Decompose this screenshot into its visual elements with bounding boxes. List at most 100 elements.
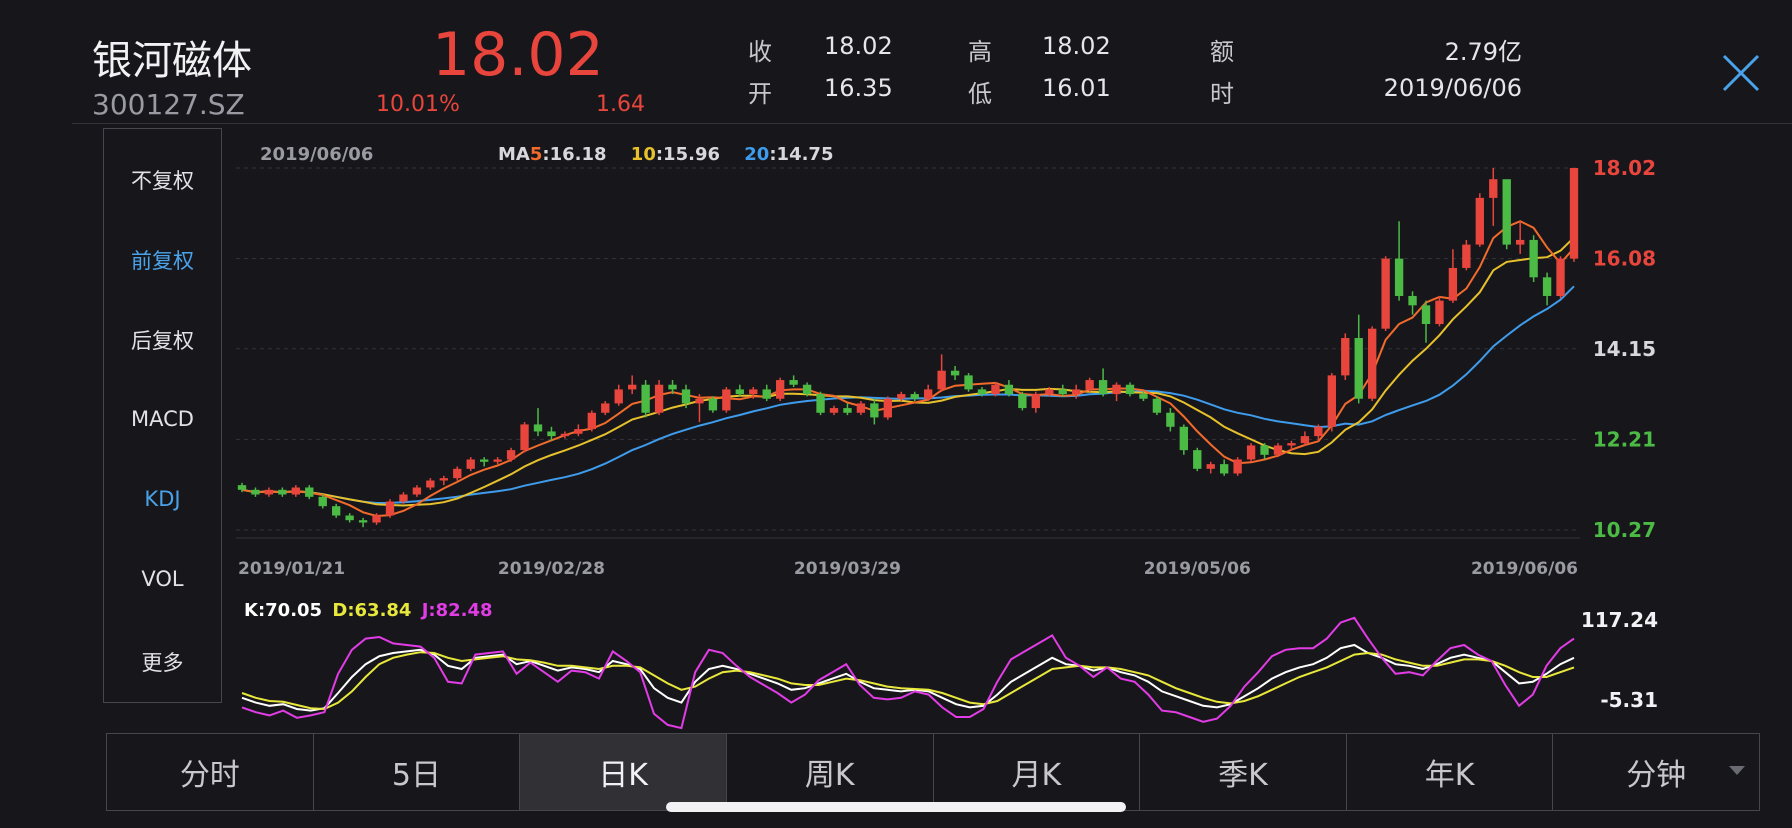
candle (1031, 391, 1040, 413)
kdj-legend: K:70.05 D:63.84 J:82.48 (244, 600, 493, 621)
candle (735, 384, 744, 397)
quote-label-time: 时 (1210, 80, 1234, 108)
candle (305, 485, 314, 500)
quote-label-close: 收 (748, 38, 772, 66)
quote-value-close: 18.02 (824, 32, 893, 60)
ma20-legend-label: 20 (744, 144, 769, 165)
candle (1529, 235, 1538, 282)
tab-weekly-k[interactable]: 周K (727, 734, 934, 810)
candle (601, 401, 610, 416)
kdj-chart[interactable]: K:70.05 D:63.84 J:82.48 117.24 -5.31 (236, 590, 1692, 730)
ma-legend-prefix: MA (498, 144, 530, 165)
candle (964, 373, 973, 392)
side-item-vol[interactable]: VOL (104, 567, 221, 591)
stock-name: 银河磁体 (92, 38, 252, 84)
tab-yearly-k[interactable]: 年K (1347, 734, 1554, 810)
candle (412, 485, 422, 497)
close-icon[interactable] (1718, 50, 1764, 96)
quote-label-high: 高 (968, 38, 992, 66)
kline-x-tick: 2019/02/28 (498, 559, 605, 579)
candle (762, 384, 771, 402)
candle (654, 380, 664, 416)
ma-legend: MA5:16.18 10:15.96 20:14.75 (498, 144, 833, 165)
kline-legend-date: 2019/06/06 (260, 144, 373, 165)
tab-5day[interactable]: 5日 (314, 734, 521, 810)
candle (493, 457, 502, 465)
candle (843, 403, 852, 416)
candle (816, 391, 825, 416)
ma20-legend-value: :14.75 (769, 144, 833, 165)
tab-quarterly-k[interactable]: 季K (1140, 734, 1347, 810)
candle (1502, 179, 1511, 250)
side-item-no-adjust[interactable]: 不复权 (104, 165, 221, 195)
kdj-legend-d: D:63.84 (332, 600, 411, 621)
candle (937, 354, 946, 392)
candle (1421, 300, 1431, 343)
stock-code: 300127.SZ (92, 88, 245, 121)
candle (1125, 382, 1135, 397)
side-item-backward-adjust[interactable]: 后复权 (104, 325, 221, 355)
candle (520, 422, 529, 453)
side-item-more[interactable]: 更多 (104, 647, 221, 677)
candle (1381, 256, 1390, 332)
candle (332, 503, 341, 518)
candle (641, 380, 650, 418)
side-item-kdj[interactable]: KDJ (104, 487, 221, 511)
kline-y-tick: 16.08 (1593, 247, 1656, 271)
candle (1394, 221, 1404, 301)
candle (291, 485, 300, 497)
candle (910, 391, 919, 402)
candle (587, 410, 596, 432)
header-divider (72, 123, 1792, 124)
candle (506, 447, 516, 462)
candle (385, 499, 395, 518)
candle (829, 405, 839, 416)
candle (1206, 461, 1215, 474)
side-item-forward-adjust[interactable]: 前复权 (104, 245, 221, 275)
candle (1233, 457, 1242, 476)
tab-monthly-k[interactable]: 月K (934, 734, 1141, 810)
candle (251, 487, 260, 497)
candle (574, 424, 583, 437)
tab-minute-label: 分钟 (1626, 758, 1687, 793)
candle (1408, 291, 1417, 315)
candle (1569, 168, 1579, 262)
candle (533, 408, 543, 437)
chart-options-panel: 不复权 前复权 后复权 MACD KDJ VOL 更多 (103, 128, 222, 703)
candle (950, 366, 960, 381)
tab-minute[interactable]: 分钟 (1553, 734, 1759, 810)
kdj-legend-j: J:82.48 (420, 600, 493, 621)
candle (264, 487, 274, 497)
side-item-macd[interactable]: MACD (104, 407, 221, 431)
change-amount: 1.64 (596, 92, 645, 117)
dropdown-triangle-icon (1729, 766, 1745, 775)
candle (870, 398, 879, 425)
tab-daily-k[interactable]: 日K (520, 734, 727, 810)
candle (1098, 368, 1108, 397)
candle (722, 387, 731, 413)
candle (1193, 447, 1202, 472)
candle (560, 431, 570, 439)
tab-intraday[interactable]: 分时 (107, 734, 314, 810)
candle (1260, 443, 1269, 460)
kdj-y-tick: -5.31 (1600, 688, 1658, 712)
kline-x-tick: 2019/03/29 (794, 559, 901, 579)
candle (789, 375, 798, 388)
candle (466, 457, 475, 472)
kline-y-tick: 12.21 (1593, 427, 1656, 451)
kdj-legend-k: K:70.05 (244, 600, 322, 621)
candle (708, 396, 718, 413)
candle (1220, 459, 1229, 476)
candle (426, 478, 435, 490)
kline-x-tick: 2019/05/06 (1144, 559, 1251, 579)
candle (883, 396, 892, 420)
candlestick-chart[interactable]: 2019/06/06 MA5:16.18 10:15.96 20:14.75 1… (236, 128, 1692, 588)
candle (1462, 239, 1471, 271)
kdj-y-axis: 117.24 -5.31 (1581, 608, 1658, 712)
candle (628, 375, 637, 395)
candle (1448, 249, 1458, 303)
kline-y-tick: 10.27 (1593, 518, 1656, 542)
kline-y-axis: 18.02 16.08 14.15 12.21 10.27 (1593, 156, 1656, 542)
kline-y-tick: 18.02 (1593, 156, 1656, 180)
kline-grid (236, 167, 1580, 539)
